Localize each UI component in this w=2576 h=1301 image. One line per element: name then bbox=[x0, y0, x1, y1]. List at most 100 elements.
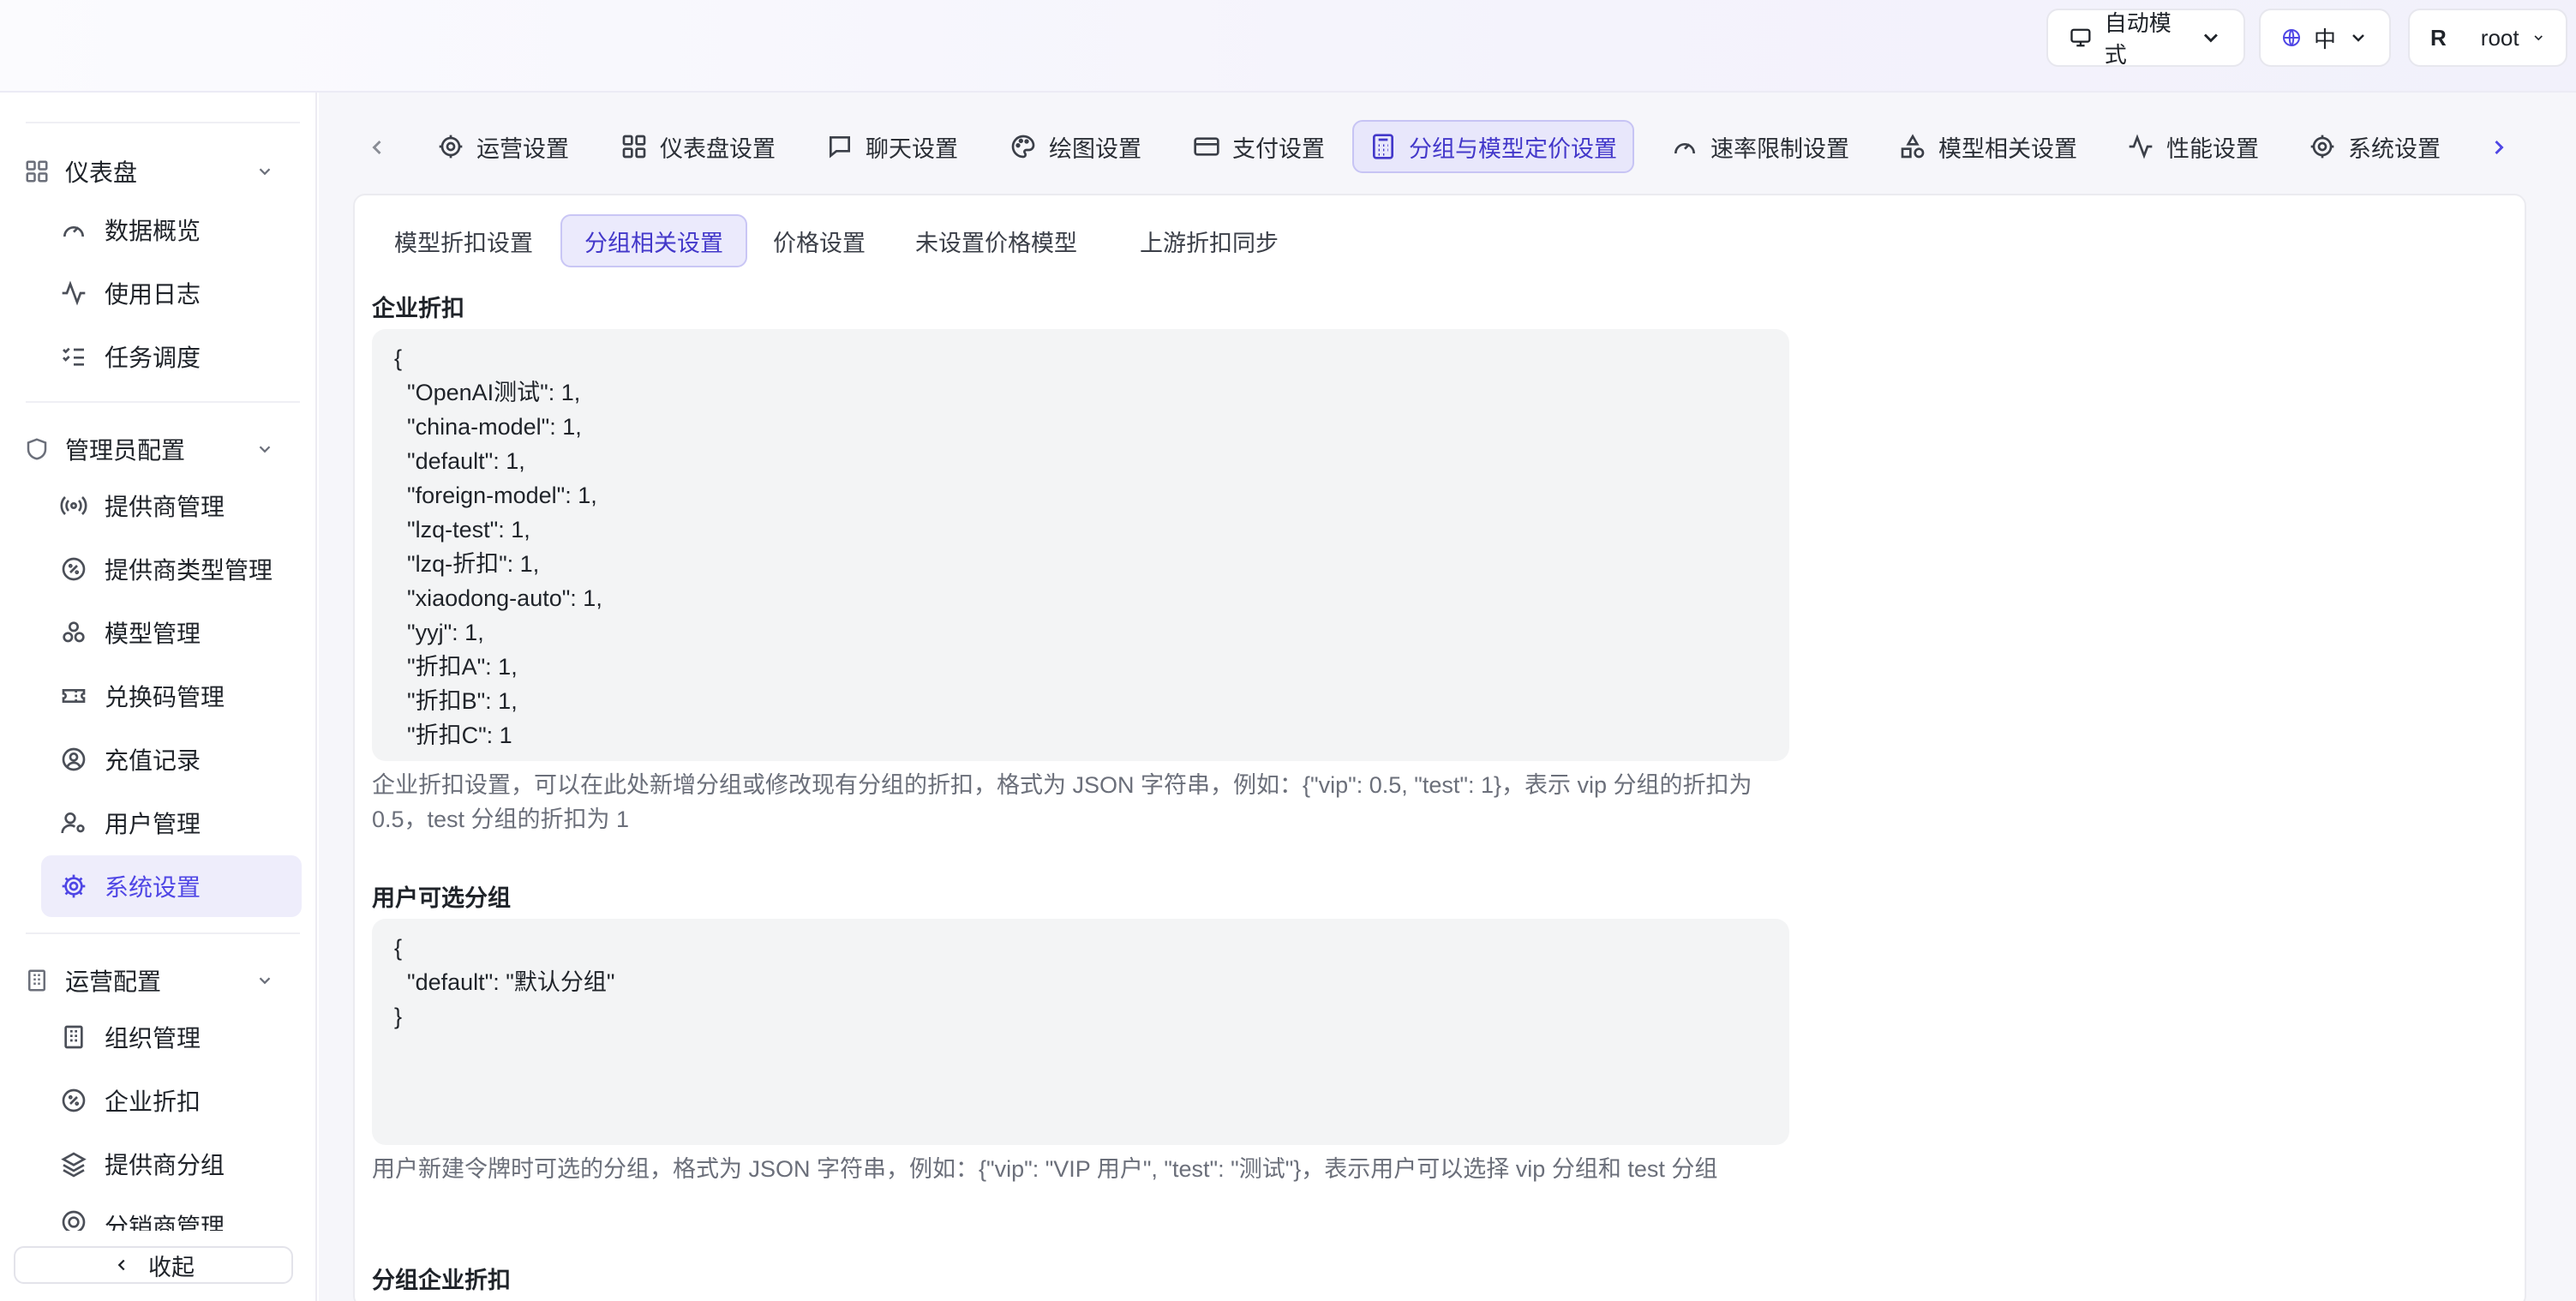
tab-operations-settings[interactable]: 运营设置 bbox=[422, 120, 584, 173]
subtab-label: 上游折扣同步 bbox=[1140, 230, 1279, 256]
tab-label: 模型相关设置 bbox=[1938, 135, 2077, 162]
gauge-icon bbox=[1674, 143, 1695, 154]
chevron-down-icon bbox=[259, 977, 271, 985]
tab-group-model-pricing-settings[interactable]: 分组与模型定价设置 bbox=[1352, 120, 1634, 173]
sidebar-item-label: 组织管理 bbox=[105, 1025, 201, 1052]
sidebar-group-operations-config[interactable]: 运营配置 bbox=[24, 956, 290, 1004]
activity-icon bbox=[62, 280, 86, 306]
top-header: 自动模式 中 R root bbox=[0, 0, 2576, 93]
tab-dashboard-settings[interactable]: 仪表盘设置 bbox=[605, 120, 791, 173]
sidebar-item-usage-log[interactable]: 使用日志 bbox=[41, 262, 302, 324]
sidebar-item-label: 用户管理 bbox=[105, 811, 201, 837]
sidebar-item-distributor-management[interactable]: 分销商管理 bbox=[41, 1196, 302, 1231]
tab-performance-settings[interactable]: 性能设置 bbox=[2112, 120, 2274, 173]
sidebar-item-label: 数据概览 bbox=[105, 218, 201, 244]
sidebar-item-redeem-code-management[interactable]: 兑换码管理 bbox=[41, 665, 302, 727]
sidebar-item-data-overview[interactable]: 数据概览 bbox=[41, 199, 302, 261]
code-line: "折扣C": 1 bbox=[394, 722, 512, 748]
sidebar-item-label: 提供商管理 bbox=[105, 494, 225, 520]
sidebar-item-org-management[interactable]: 组织管理 bbox=[41, 1006, 302, 1068]
theme-mode-selector[interactable]: 自动模式 bbox=[2046, 9, 2245, 68]
user-groups-hint: 用户新建令牌时可选的分组，格式为 JSON 字符串，例如：{"vip": "VI… bbox=[372, 1156, 1718, 1182]
sidebar-item-user-management[interactable]: 用户管理 bbox=[41, 792, 302, 854]
enterprise-discount-hint: 企业折扣设置，可以在此处新增分组或修改现有分组的折扣，格式为 JSON 字符串，… bbox=[372, 772, 1752, 832]
sidebar-item-label: 充值记录 bbox=[105, 747, 201, 774]
tab-rate-limit-settings[interactable]: 速率限制设置 bbox=[1656, 120, 1865, 173]
subtab-group-related[interactable]: 分组相关设置 bbox=[560, 214, 747, 267]
divider bbox=[26, 932, 300, 934]
monitor-icon bbox=[2070, 28, 2091, 47]
sidebar-item-provider-management[interactable]: 提供商管理 bbox=[41, 475, 302, 537]
code-line: "折扣B": 1, bbox=[394, 688, 518, 714]
code-line: "折扣A": 1, bbox=[394, 654, 518, 680]
tab-label: 支付设置 bbox=[1232, 135, 1325, 162]
divider bbox=[26, 401, 300, 403]
code-line: } bbox=[394, 1004, 403, 1029]
code-line: "xiaodong-auto": 1, bbox=[394, 585, 602, 611]
sidebar-item-model-management[interactable]: 模型管理 bbox=[41, 602, 302, 663]
section-title-enterprise-discount: 企业折扣 bbox=[372, 296, 464, 321]
badge-percent-icon bbox=[62, 1088, 86, 1112]
chevron-right-icon[interactable] bbox=[2487, 135, 2511, 159]
subtab-upstream-discount-sync[interactable]: 上游折扣同步 bbox=[1117, 214, 1301, 267]
sidebar-item-label: 提供商类型管理 bbox=[105, 557, 273, 584]
settings-card: 模型折扣设置 分组相关设置 价格设置 未设置价格模型 上游折扣同步 企业折扣 {… bbox=[353, 194, 2526, 1301]
tab-drawing-settings[interactable]: 绘图设置 bbox=[994, 120, 1157, 173]
ticket-icon bbox=[62, 689, 86, 703]
sidebar-item-label: 系统设置 bbox=[105, 874, 201, 901]
code-line: "yyj": 1, bbox=[394, 620, 484, 645]
tab-label: 性能设置 bbox=[2166, 135, 2259, 162]
tab-chat-settings[interactable]: 聊天设置 bbox=[811, 120, 973, 173]
user-cog-icon bbox=[61, 812, 85, 834]
sidebar-item-provider-groups[interactable]: 提供商分组 bbox=[41, 1133, 302, 1195]
tab-payment-settings[interactable]: 支付设置 bbox=[1177, 120, 1340, 173]
sidebar-item-task-schedule[interactable]: 任务调度 bbox=[41, 326, 302, 387]
sidebar-item-label: 分销商管理 bbox=[105, 1214, 225, 1231]
palette-icon bbox=[1011, 135, 1035, 159]
code-line: "default": "默认分组" bbox=[394, 969, 615, 995]
shield-icon bbox=[27, 438, 47, 460]
sidebar-item-recharge-records[interactable]: 充值记录 bbox=[41, 728, 302, 790]
subtab-unpriced-models[interactable]: 未设置价格模型 bbox=[893, 214, 1099, 267]
subtab-price-settings[interactable]: 价格设置 bbox=[751, 214, 888, 267]
code-line: "foreign-model": 1, bbox=[394, 483, 597, 508]
enterprise-discount-json-editor[interactable]: { "OpenAI测试": 1, "china-model": 1, "defa… bbox=[372, 329, 1789, 761]
user-groups-json-editor[interactable]: { "default": "默认分组" } bbox=[372, 919, 1789, 1145]
chat-icon bbox=[830, 136, 850, 159]
sidebar-item-system-settings[interactable]: 系统设置 bbox=[41, 855, 302, 917]
tab-label: 运营设置 bbox=[476, 135, 569, 162]
code-line: { bbox=[394, 935, 403, 961]
tab-model-related-settings[interactable]: 模型相关设置 bbox=[1884, 120, 2093, 173]
user-name: root bbox=[2480, 24, 2519, 51]
code-line: { bbox=[394, 345, 403, 371]
sidebar-group-admin-config[interactable]: 管理员配置 bbox=[24, 425, 290, 473]
sidebar-group-label: 管理员配置 bbox=[65, 437, 186, 464]
code-line: "OpenAI测试": 1, bbox=[394, 380, 581, 405]
subtab-label: 未设置价格模型 bbox=[915, 230, 1077, 256]
sidebar-group-dashboard[interactable]: 仪表盘 bbox=[24, 147, 290, 195]
sidebar-item-enterprise-discount[interactable]: 企业折扣 bbox=[41, 1070, 302, 1131]
subtab-label: 分组相关设置 bbox=[584, 230, 723, 256]
subtab-model-discount[interactable]: 模型折扣设置 bbox=[372, 214, 555, 267]
collapse-sidebar-button[interactable]: 收起 bbox=[14, 1246, 293, 1284]
grid-icon bbox=[622, 135, 646, 159]
language-selector[interactable]: 中 bbox=[2259, 9, 2391, 67]
badge-percent-icon bbox=[62, 557, 86, 581]
gear-icon bbox=[2310, 135, 2334, 159]
chevron-down-icon bbox=[2352, 34, 2364, 42]
target-icon bbox=[62, 1210, 86, 1231]
sidebar-item-label: 兑换码管理 bbox=[105, 684, 225, 710]
divider bbox=[26, 122, 300, 123]
sidebar-item-label: 模型管理 bbox=[105, 621, 201, 647]
code-line: "lzq-折扣": 1, bbox=[394, 551, 540, 577]
code-line: "default": 1, bbox=[394, 448, 525, 474]
chevron-left-icon[interactable] bbox=[365, 135, 389, 159]
sidebar-item-label: 企业折扣 bbox=[105, 1088, 201, 1115]
sidebar-item-provider-type-management[interactable]: 提供商类型管理 bbox=[41, 538, 302, 600]
tab-system-settings[interactable]: 系统设置 bbox=[2293, 120, 2456, 173]
sidebar-group-label: 仪表盘 bbox=[65, 159, 138, 186]
chevron-down-icon bbox=[259, 446, 271, 453]
sidebar-item-label: 任务调度 bbox=[105, 345, 201, 371]
user-menu[interactable]: R root bbox=[2408, 9, 2567, 67]
collapse-label: 收起 bbox=[148, 1254, 195, 1280]
